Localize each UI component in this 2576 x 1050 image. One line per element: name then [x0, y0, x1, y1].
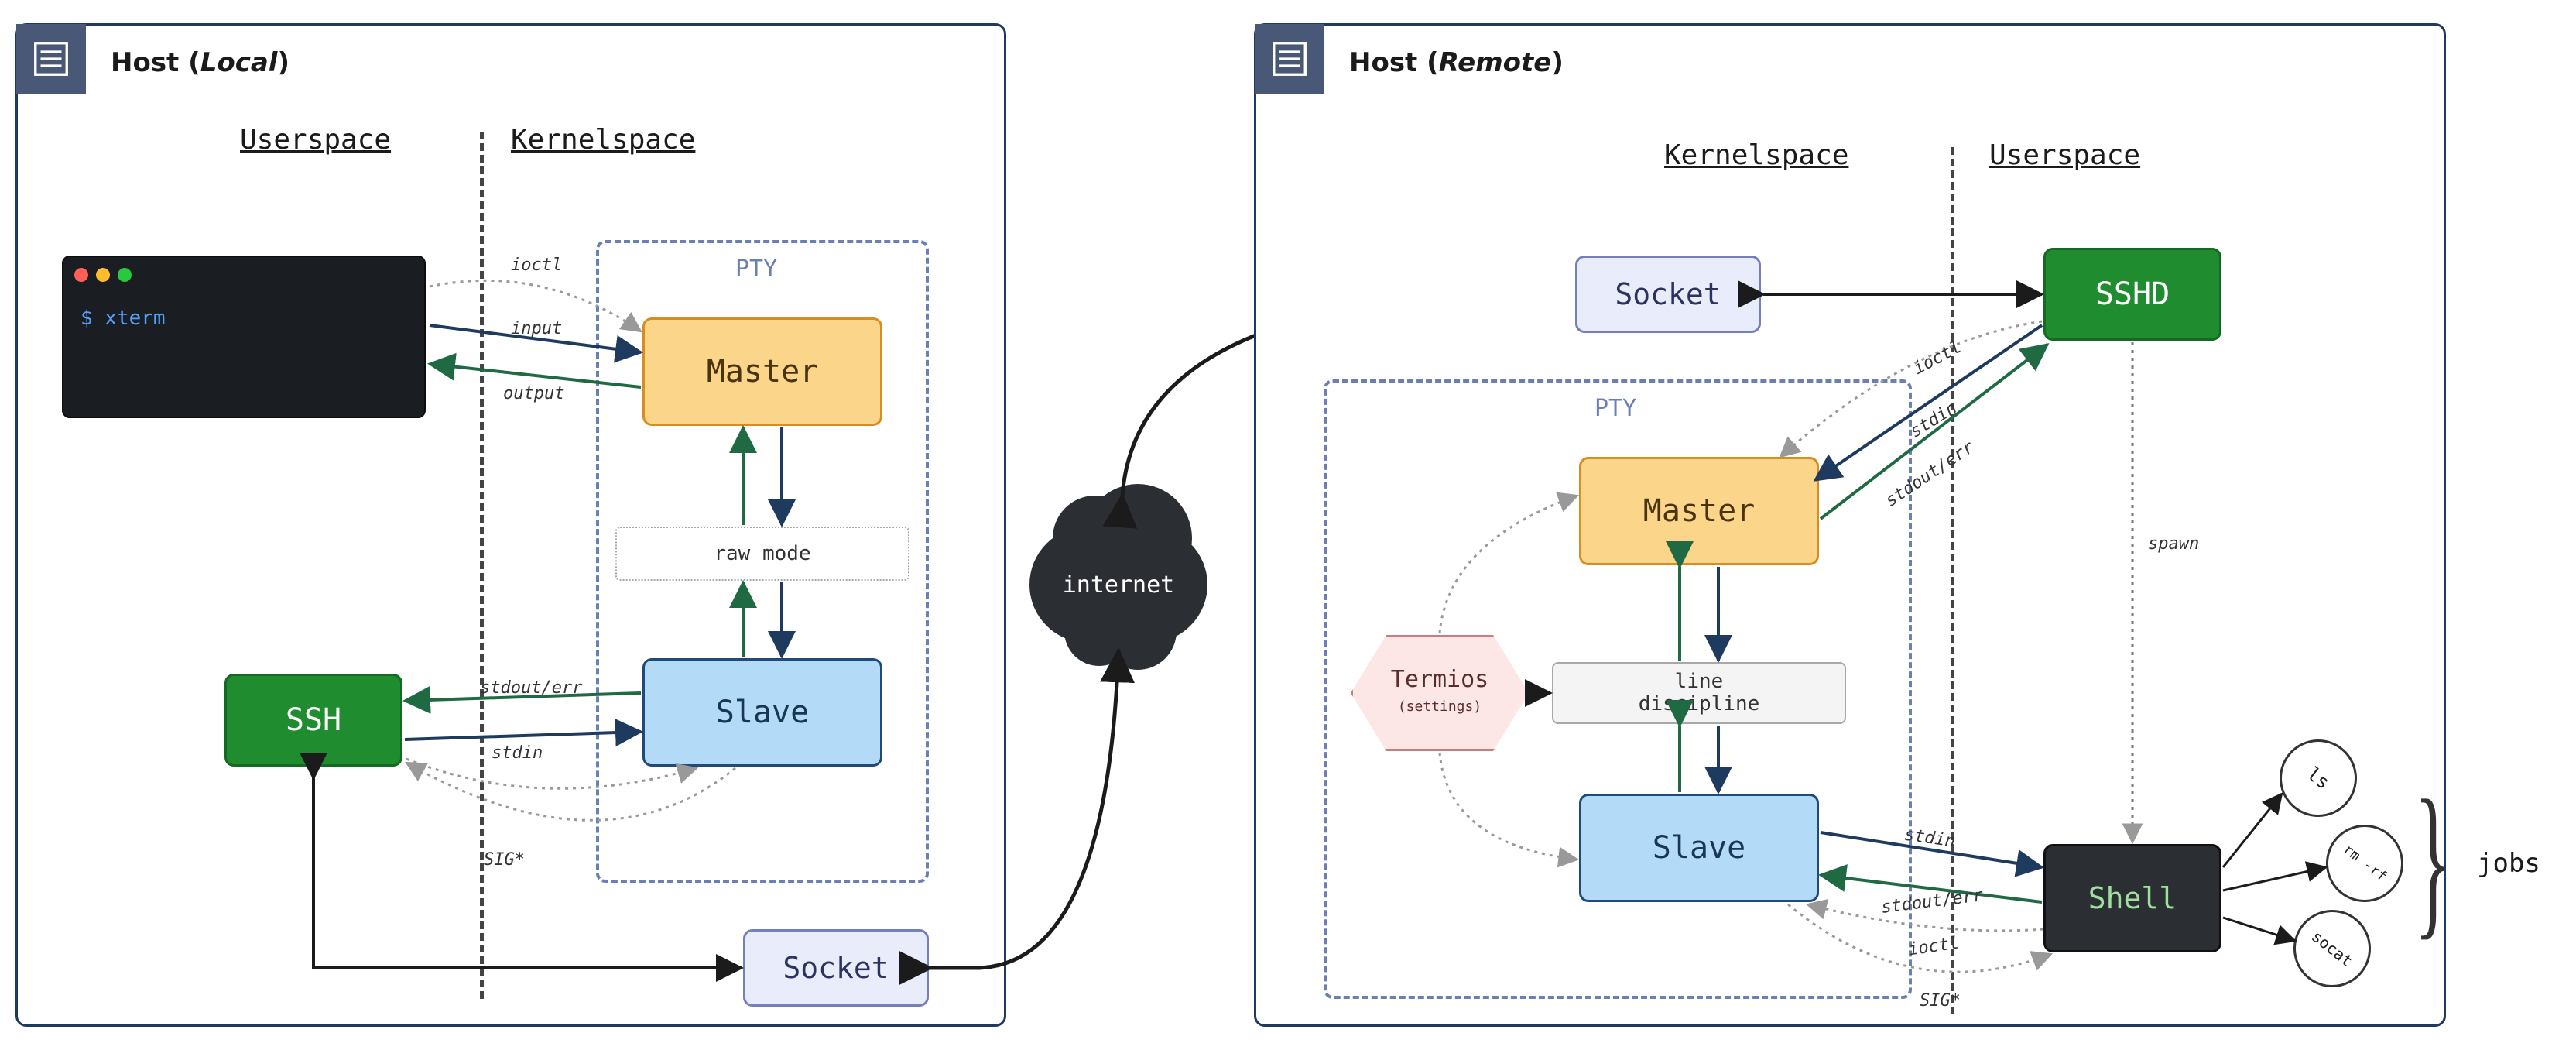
- title-suffix: ): [277, 47, 289, 78]
- termios-sub: (settings): [1398, 698, 1482, 715]
- internet-cloud: internet: [1029, 527, 1208, 643]
- termios-title: Termios: [1391, 666, 1488, 693]
- label-sig: SIG*: [484, 850, 525, 870]
- remote-master: Master: [1579, 457, 1819, 565]
- jobs-brace: }: [2414, 774, 2451, 945]
- terminal: $ xterm: [62, 256, 426, 418]
- r-label-spawn: spawn: [2148, 534, 2199, 554]
- remote-line-discipline: line discipline: [1552, 662, 1846, 724]
- remote-userspace-label: Userspace: [1989, 139, 2140, 171]
- title-em: Local: [200, 47, 278, 78]
- local-slave: Slave: [642, 658, 882, 767]
- local-socket: Socket: [743, 929, 929, 1007]
- local-raw-mode: raw mode: [615, 527, 909, 581]
- remote-termios: Termios (settings): [1351, 635, 1529, 751]
- label-input: input: [511, 319, 562, 338]
- local-ssh: SSH: [224, 674, 402, 767]
- title-em: Remote: [1439, 47, 1552, 78]
- local-pty-label: PTY: [735, 256, 777, 283]
- host-remote-title: Host (Remote): [1349, 47, 1564, 78]
- close-icon: [74, 268, 88, 282]
- label-output: output: [503, 384, 564, 403]
- local-userspace-label: Userspace: [240, 124, 391, 156]
- jobs-label: jobs: [2477, 848, 2540, 879]
- local-master: Master: [642, 317, 882, 426]
- maximize-icon: [118, 268, 132, 282]
- remote-shell: Shell: [2043, 844, 2221, 952]
- cloud-label: internet: [1063, 571, 1175, 599]
- minimize-icon: [96, 268, 110, 282]
- label-stdouterr: stdout/err: [480, 678, 582, 698]
- local-kernelspace-label: Kernelspace: [511, 124, 695, 156]
- label-ioctl: ioctl: [511, 256, 562, 275]
- server-icon: [16, 24, 86, 94]
- remote-slave: Slave: [1579, 794, 1819, 902]
- title-prefix: Host (: [111, 47, 200, 78]
- title-suffix: ): [1551, 47, 1564, 78]
- window-controls: [74, 268, 132, 282]
- label-stdin: stdin: [492, 743, 543, 763]
- host-local-title: Host (Local): [111, 47, 289, 78]
- remote-kernelspace-label: Kernelspace: [1664, 139, 1848, 171]
- remote-socket: Socket: [1575, 256, 1761, 333]
- r-label-sig: SIG*: [1920, 991, 1961, 1011]
- remote-divider: [1951, 147, 1954, 1014]
- server-icon: [1255, 24, 1324, 94]
- title-prefix: Host (: [1349, 47, 1439, 78]
- remote-pty-label: PTY: [1595, 395, 1636, 422]
- remote-sshd: SSHD: [2043, 248, 2221, 341]
- terminal-command: $ xterm: [80, 307, 166, 330]
